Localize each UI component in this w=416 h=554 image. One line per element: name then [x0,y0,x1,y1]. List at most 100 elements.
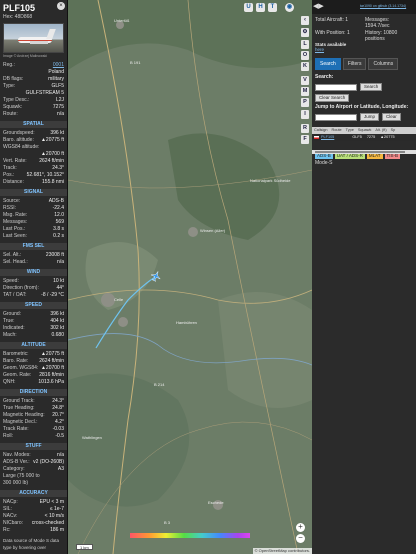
info-row: Indicated: 302 kt [0,325,67,332]
info-key: Geom. WGS84: [3,365,39,371]
footer-note: Data source of Mode S data type by hover… [3,538,60,550]
search-input[interactable] [315,83,357,91]
map-label: B 214 [154,382,165,387]
toggle-l-button[interactable]: L [301,40,309,49]
info-value: n/a [57,259,64,265]
toggle-i-button[interactable]: I [301,110,309,119]
toggle-m-button[interactable]: M [301,87,309,96]
tab-columns[interactable]: Columns [368,58,399,70]
toggle-p-button[interactable]: P [301,98,309,107]
info-key: Baro. Rate: [3,358,29,364]
toggle-t-button[interactable]: T [268,3,277,12]
meta-key: DB flags: [3,76,24,82]
map-canvas[interactable] [68,0,312,554]
info-key: Last Pos.: [3,226,26,232]
tab-search[interactable]: Search [315,58,341,70]
column-header[interactable]: Squawk [358,127,372,134]
info-key: Large (75 000 to [3,473,40,479]
meta-row: GULFSTREAM 5 [0,90,67,97]
section-header: SIGNAL [0,189,67,196]
clear-button[interactable]: Clear [382,113,401,121]
collapse-sidebar-icon[interactable]: ◀▶ [313,2,324,10]
meta-row: Type Desc.: L2J [0,97,67,104]
info-key: Vert. Rate: [3,158,27,164]
info-value: 2624 ft/min [39,158,64,164]
right-sidebar: ◀▶ tar1090 on github (3.14.1734) Total A… [312,0,416,554]
meta-value[interactable]: 0001 [53,62,64,69]
info-row: Groundspeed: 396 kt [0,130,67,137]
info-value: 12.0 [54,212,64,218]
toggle-f-button[interactable]: F [301,135,309,144]
toggle-r-button[interactable]: R [301,124,309,133]
table-header: Callsign Route Type Squawk Alt. (ft) Sp [312,127,416,134]
column-header[interactable]: Alt. (ft) [375,127,386,134]
section-header: FMS SEL [0,243,67,250]
meta-row: Reg.: 0001 [0,62,67,69]
table-row[interactable]: PLF105 GLF5 7275 ▲20775 [312,134,416,141]
jump-input[interactable] [315,113,357,121]
aircraft-photo[interactable] [3,23,64,53]
hex-line: Hex: 48D868 [3,14,64,20]
zoom-out-button[interactable]: − [296,534,305,543]
tab-filters[interactable]: Filters [342,58,367,70]
info-row: SIL: ≤ 1e-7 [0,506,67,513]
toggle-o-button[interactable]: O [301,51,309,60]
map-label: Hambühren [176,320,197,325]
stats-here-link[interactable]: here [315,47,324,52]
stats-block: Total Aircraft: 1 Messages: 1594.7/sec Wi… [312,14,416,42]
info-row: Pos.: 52.681°, 10.152° [0,172,67,179]
search-button[interactable]: Search [360,83,383,91]
jump-label: Jump to Airport or Latitude, Longitude: [315,104,409,110]
column-header[interactable]: Type [346,127,354,134]
settings-icon[interactable]: ⚙ [301,28,309,37]
horizontal-scrollbar[interactable] [312,150,416,154]
info-row: Msg. Rate: 12.0 [0,212,67,219]
row-callsign[interactable]: PLF105 [321,135,334,139]
clear-search-button[interactable]: Clear Search [315,94,350,102]
jump-button[interactable]: Jump [360,113,380,121]
info-row: Rc: 186 m [0,527,67,534]
info-row: Ground: 396 kt [0,311,67,318]
column-header[interactable]: Callsign [314,127,328,134]
column-header[interactable]: Sp [391,127,396,134]
info-value: ▲20700 ft [40,365,64,371]
toggle-h-button[interactable]: H [256,3,265,12]
aircraft-info-panel: PLF105 Hex: 48D868 × Image © Andrzej Mal… [0,0,68,554]
info-row: True Heading: 24.8° [0,405,67,412]
info-key: Nav. Modes: [3,452,31,458]
info-value: v2 (DO-260B) [33,459,64,465]
info-value: ADS-B [48,198,64,204]
info-value: -0.5 [55,433,64,439]
column-header[interactable]: Route [332,127,342,134]
info-value: 10 kt [53,278,64,284]
info-key: NACv: [3,513,18,519]
info-key: Geom. Rate: [3,372,32,378]
info-value: 404 kt [50,318,64,324]
section-header: STUFF [0,443,67,450]
meta-value: n/a [57,111,64,117]
info-row: Magnetic Heading: 20.7° [0,412,67,419]
meta-row: Squawk: 7275 [0,104,67,111]
close-icon[interactable]: × [57,2,65,10]
altitude-color-legend [130,533,250,538]
info-value: -22.4 [52,205,64,211]
info-row: True: 404 kt [0,318,67,325]
info-key: QNH: [3,379,16,385]
legend-mode-s: Mode-S [315,160,333,166]
info-row: Sel. Head.: n/a [0,259,67,266]
info-row: Last Seen: 0.2 s [0,233,67,240]
github-link[interactable]: tar1090 on github (3.14.1734) [360,4,406,8]
toggle-k-button[interactable]: K [301,62,309,71]
zoom-in-button[interactable]: + [296,523,305,532]
toggle-v-button[interactable]: V [301,76,309,85]
layers-icon[interactable]: ◉ [285,3,294,12]
map-view[interactable]: Unterlüß Nationalpark Südheide B 191 B 2… [68,0,312,554]
info-key: Pos.: [3,172,15,178]
toggle-u-button[interactable]: U [244,3,253,12]
info-row: WGS84 altitude: [0,144,67,151]
map-attribution[interactable]: © OpenStreetMap contributors. [252,548,312,554]
back-icon[interactable]: ‹ [301,16,309,25]
map-label: Unterlüß [114,18,130,23]
info-row: Direction (from): 44° [0,285,67,292]
sidebar-topnav: ◀▶ tar1090 on github (3.14.1734) [312,0,416,14]
